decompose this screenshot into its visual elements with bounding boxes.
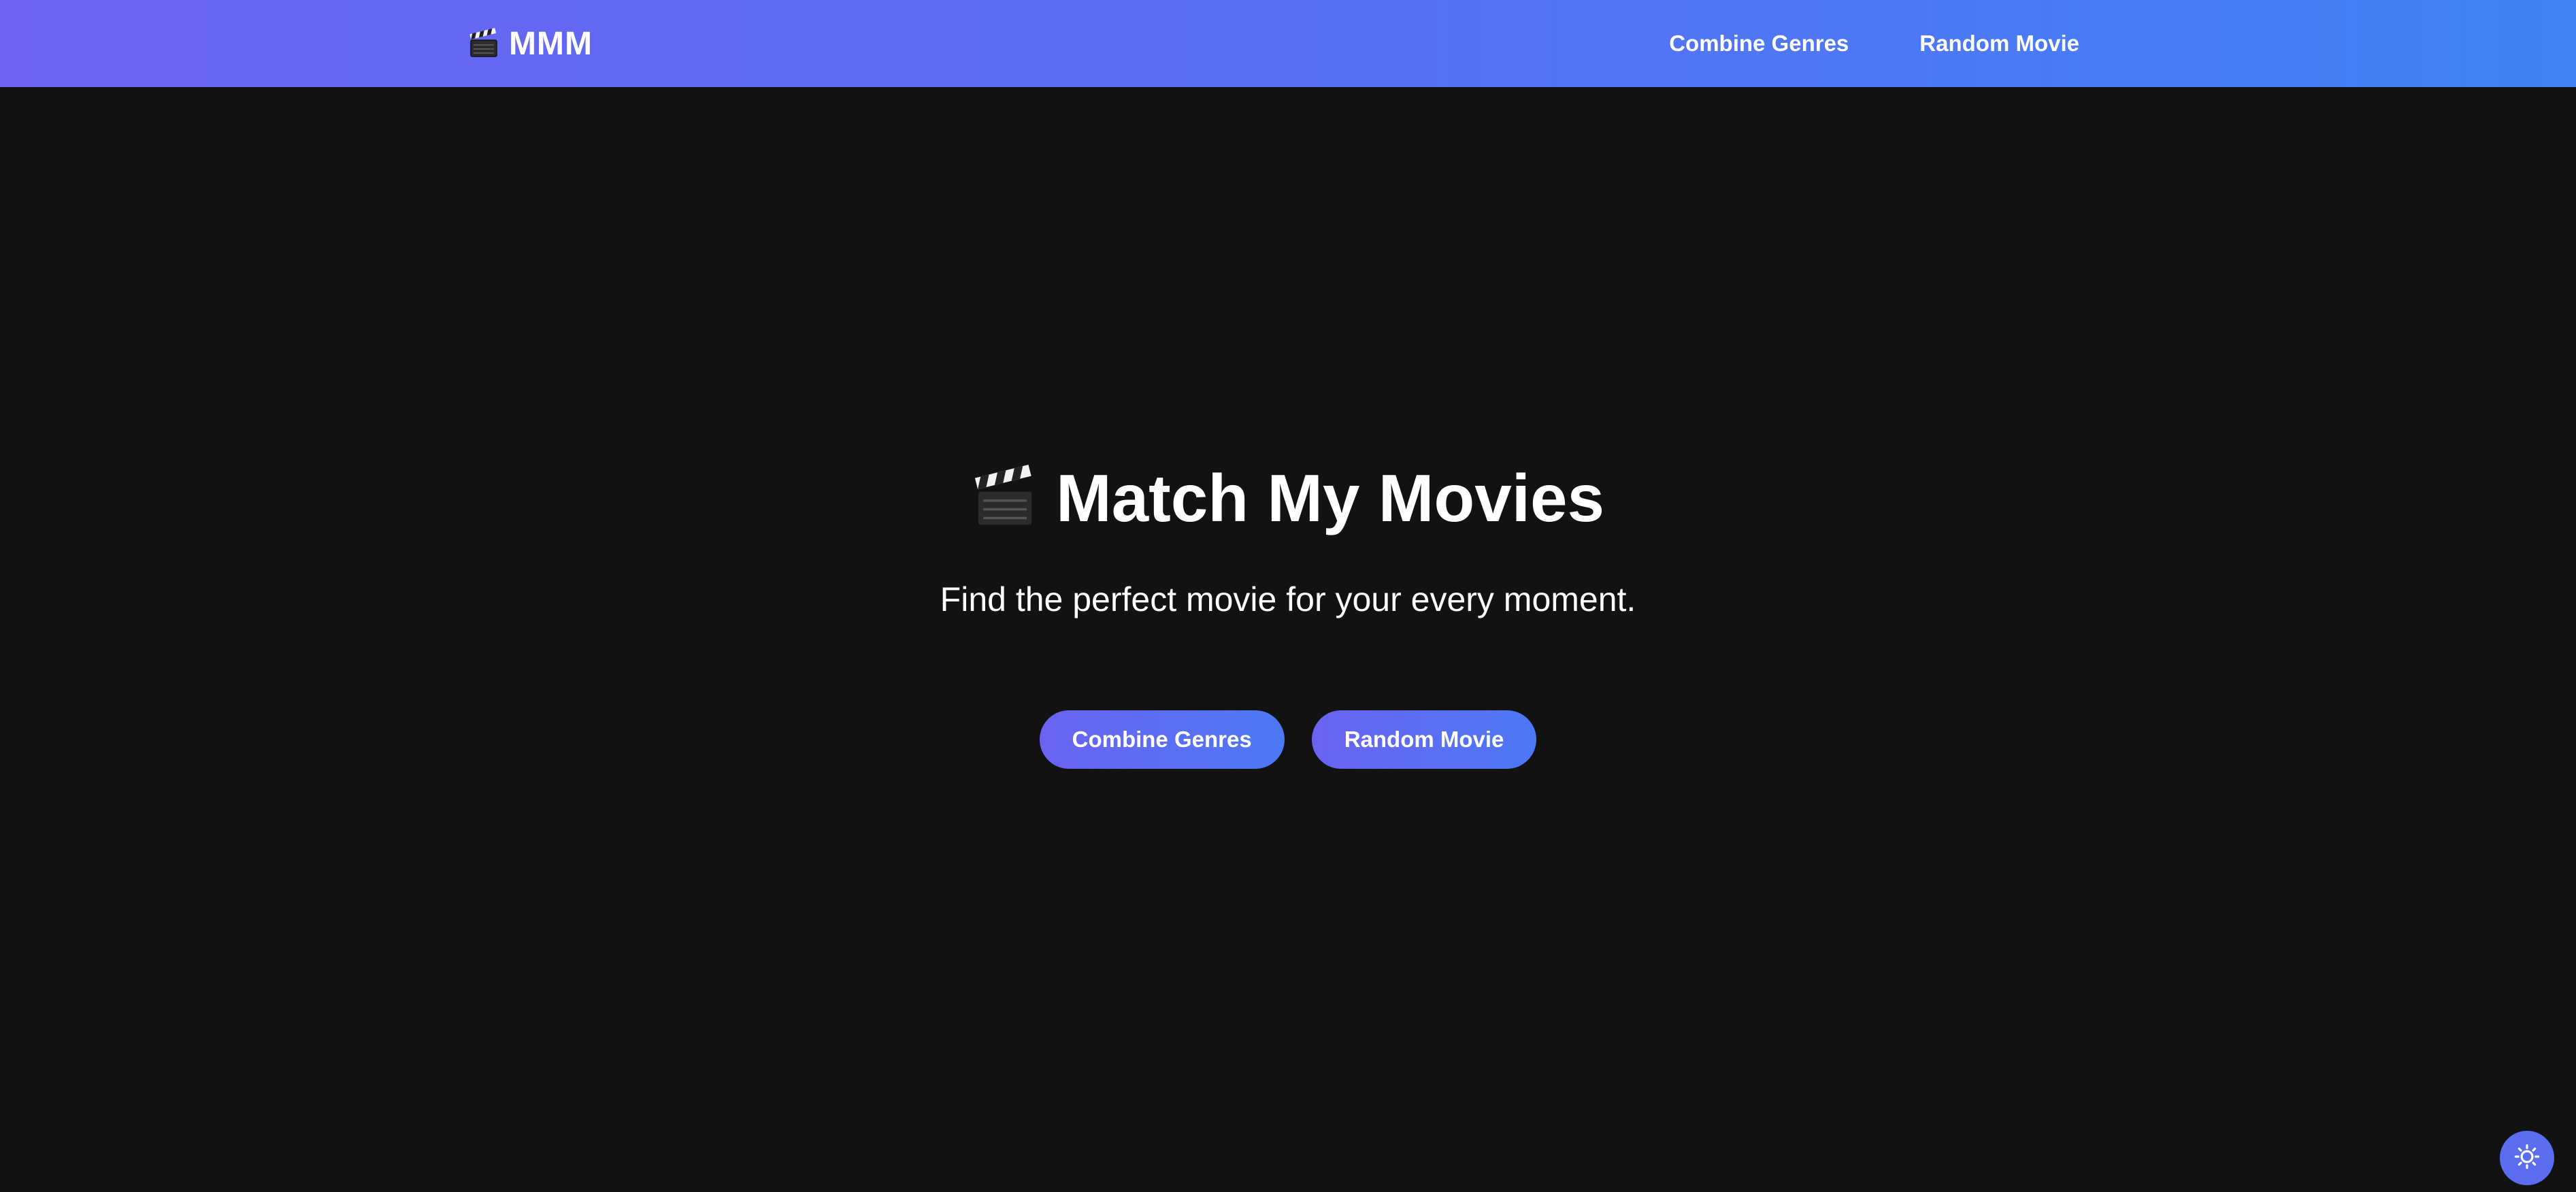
top-navbar: MMM Combine Genres Random Movie <box>0 0 2576 87</box>
random-movie-button[interactable]: Random Movie <box>1311 710 1537 769</box>
brand-logo[interactable]: MMM <box>468 19 593 68</box>
brand-name: MMM <box>509 25 593 62</box>
nav-link-random-movie[interactable]: Random Movie <box>1919 31 2079 56</box>
nav-links: Combine Genres Random Movie <box>1669 19 2079 68</box>
hero-subtitle: Find the perfect movie for your every mo… <box>940 580 1636 618</box>
theme-toggle-button[interactable] <box>2500 1131 2554 1185</box>
nav-link-combine-genres[interactable]: Combine Genres <box>1669 31 1849 56</box>
hero-section <box>0 87 2576 1192</box>
combine-genres-button[interactable]: Combine Genres <box>1039 710 1285 769</box>
clapperboard-icon <box>972 465 1038 531</box>
hero-title-text: Match My Movies <box>1056 460 1604 535</box>
sun-icon <box>2514 1144 2540 1173</box>
clapperboard-icon <box>468 28 499 59</box>
hero-buttons: Combine Genres Random Movie <box>0 710 2576 769</box>
page-title: Match My Movies <box>0 457 2576 539</box>
